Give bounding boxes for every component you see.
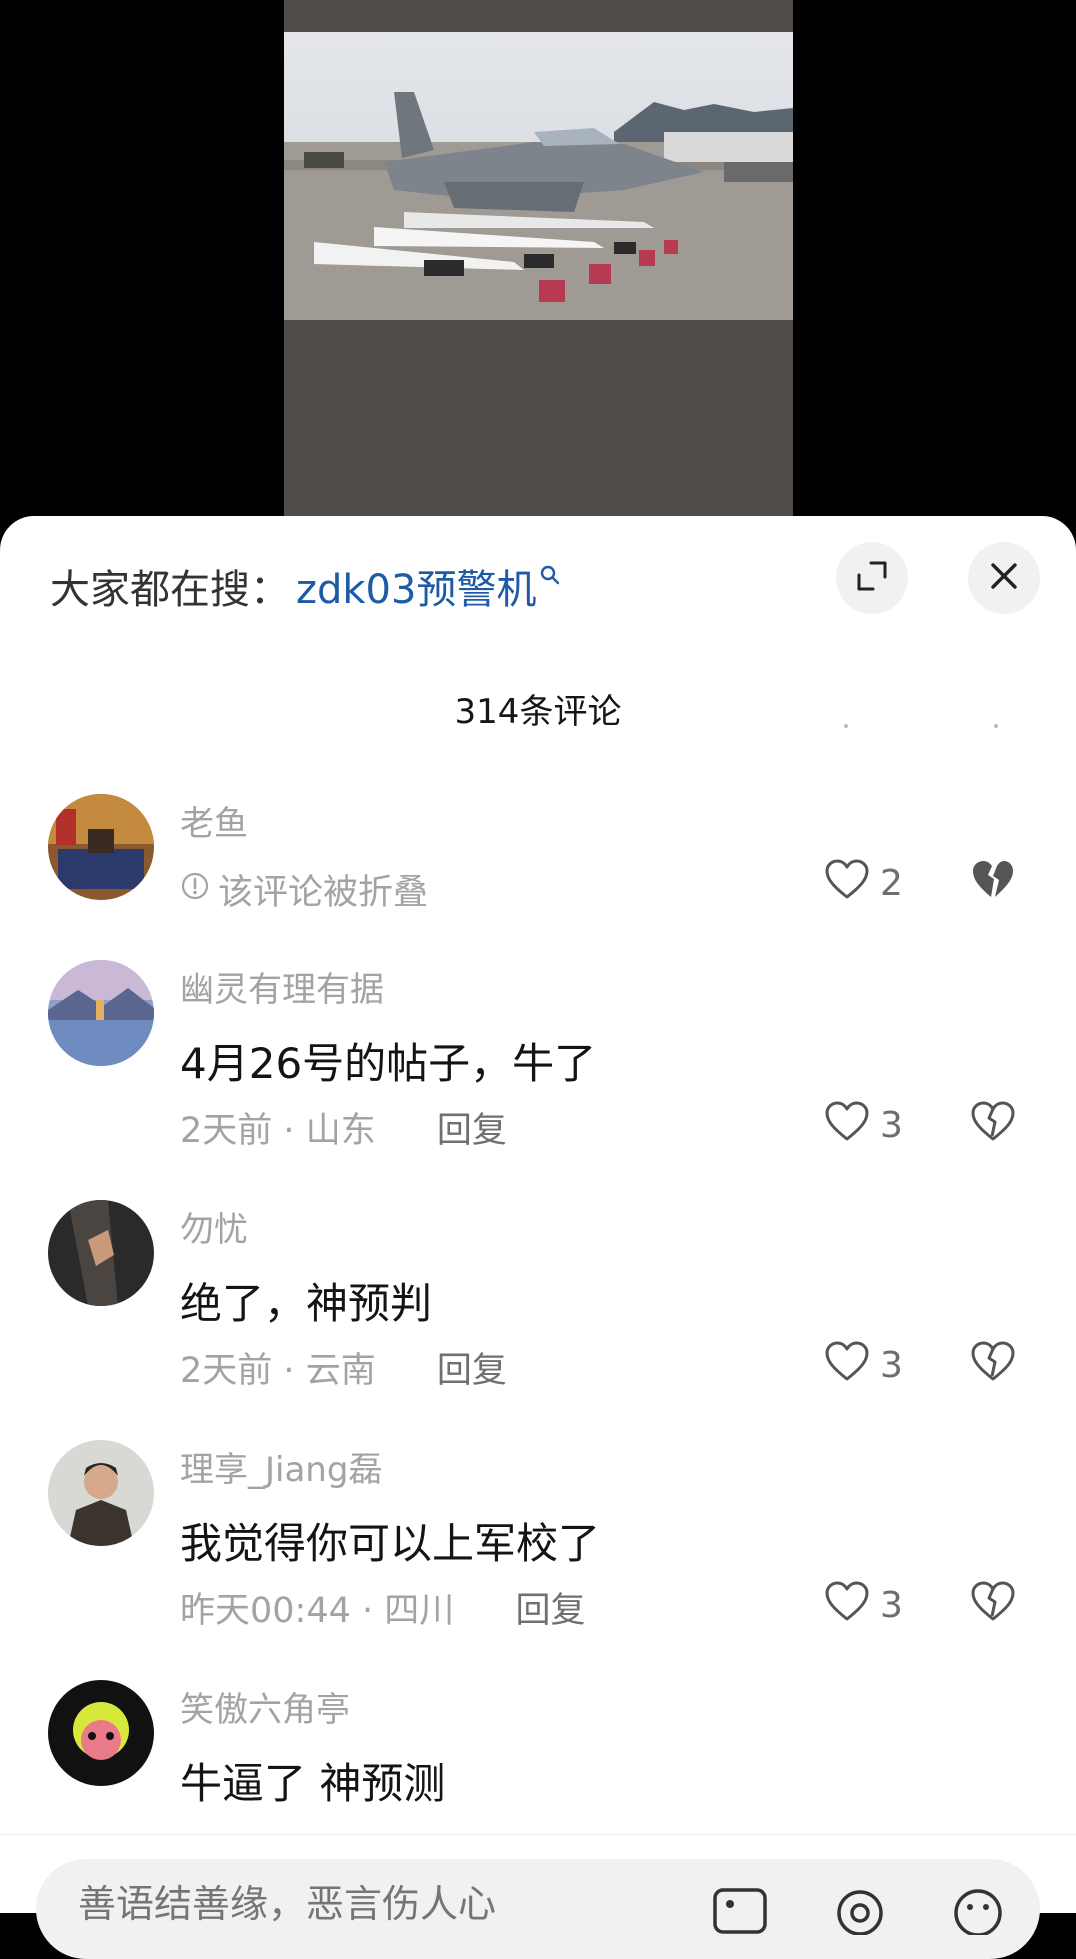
comment-location: 山东 <box>305 1111 376 1151</box>
like-button[interactable]: 3 <box>824 1580 903 1631</box>
image-icon[interactable] <box>712 1887 768 1939</box>
comment-location: 四川 <box>384 1591 455 1631</box>
like-button[interactable]: 2 <box>824 858 903 909</box>
comment-input-bar <box>0 1834 1076 1959</box>
avatar[interactable] <box>48 794 154 900</box>
comment-time: 2天前 <box>180 1351 273 1391</box>
warning-icon <box>180 870 218 910</box>
comment-meta: 2天前 · 云南 回复 <box>180 1351 507 1391</box>
comment-count: 314条评论 <box>454 692 622 732</box>
close-button[interactable] <box>968 542 1040 614</box>
reply-button[interactable]: 回复 <box>437 1111 507 1151</box>
broken-heart-icon <box>970 1581 1016 1626</box>
expand-icon <box>855 559 889 597</box>
comment-sheet: 大家都在搜： zdk03预警机 314条评论 老鱼 该评论被折叠 2 幽灵有理有… <box>0 516 1076 1912</box>
heart-icon <box>824 1580 870 1631</box>
trending-search-prefix: 大家都在搜： <box>50 567 290 613</box>
trending-search-term[interactable]: zdk03预警机 <box>296 557 536 615</box>
like-count: 3 <box>880 1345 903 1386</box>
search-icon[interactable] <box>540 549 560 595</box>
emoji-icon[interactable] <box>950 1887 1006 1939</box>
heart-icon <box>824 858 870 909</box>
video-player[interactable] <box>0 0 1076 540</box>
at-icon[interactable] <box>832 1887 888 1939</box>
broken-heart-icon <box>970 1341 1016 1386</box>
comment-time: 2天前 <box>180 1111 273 1151</box>
broken-heart-icon <box>970 861 1016 904</box>
like-count: 3 <box>880 1105 903 1146</box>
heart-icon <box>824 1100 870 1151</box>
like-count: 2 <box>880 863 903 904</box>
heart-icon <box>824 1340 870 1391</box>
folded-text: 该评论被折叠 <box>218 873 429 913</box>
divider-dot <box>994 724 998 728</box>
username[interactable]: 老鱼 <box>180 796 248 845</box>
dislike-button[interactable] <box>970 1580 1016 1626</box>
close-icon <box>989 561 1019 595</box>
dislike-button[interactable] <box>970 1100 1016 1146</box>
dislike-button[interactable] <box>970 1340 1016 1386</box>
username[interactable]: 理享_Jiang磊 <box>180 1442 382 1491</box>
username[interactable]: 笑傲六角亭 <box>180 1682 350 1731</box>
folded-notice[interactable]: 该评论被折叠 <box>180 864 428 915</box>
comment-text: 绝了，神预判 <box>180 1279 433 1328</box>
comment-text: 4月26号的帖子，牛了 <box>180 1039 597 1088</box>
avatar[interactable] <box>48 1200 154 1306</box>
like-count: 3 <box>880 1585 903 1626</box>
comment-text: 我觉得你可以上军校了 <box>180 1519 601 1568</box>
avatar[interactable] <box>48 1440 154 1546</box>
username[interactable]: 勿忧 <box>180 1202 248 1251</box>
comment-input-pill[interactable] <box>36 1859 1040 1959</box>
comment-time: 昨天00:44 <box>180 1591 351 1631</box>
broken-heart-icon <box>970 1101 1016 1146</box>
trending-search[interactable]: 大家都在搜： zdk03预警机 <box>50 556 560 616</box>
video-thumbnail <box>284 32 793 320</box>
dislike-button[interactable] <box>970 858 1016 904</box>
avatar[interactable] <box>48 960 154 1066</box>
comment-input[interactable] <box>76 1881 700 1927</box>
comment-meta: 2天前 · 山东 回复 <box>180 1111 507 1151</box>
like-button[interactable]: 3 <box>824 1340 903 1391</box>
divider-dot <box>844 724 848 728</box>
comment-text: 牛逼了 神预测 <box>180 1759 446 1808</box>
reply-button[interactable]: 回复 <box>437 1351 507 1391</box>
username[interactable]: 幽灵有理有据 <box>180 962 384 1011</box>
comment-meta: 昨天00:44 · 四川 回复 <box>180 1591 586 1631</box>
reply-button[interactable]: 回复 <box>515 1591 585 1631</box>
like-button[interactable]: 3 <box>824 1100 903 1151</box>
expand-button[interactable] <box>836 542 908 614</box>
avatar[interactable] <box>48 1680 154 1786</box>
comment-location: 云南 <box>305 1351 376 1391</box>
